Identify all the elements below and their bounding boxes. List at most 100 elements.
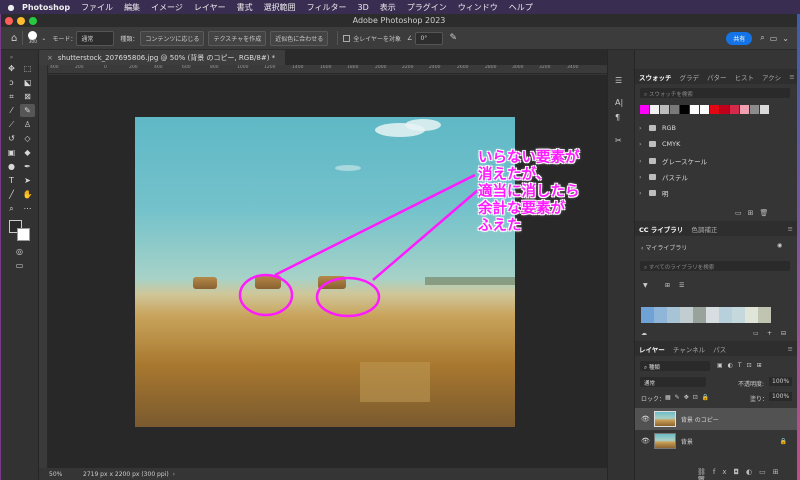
apple-icon[interactable]: ●: [0, 3, 22, 12]
menu-layer[interactable]: レイヤー: [194, 2, 226, 13]
proximity-match-button[interactable]: 近似色に合わせる: [270, 30, 329, 46]
menu-filter[interactable]: フィルター: [307, 2, 347, 13]
workspace-icon[interactable]: ▭: [770, 34, 778, 43]
trash-icon[interactable]: 🗑: [760, 209, 775, 217]
new-folder-icon[interactable]: ▭: [735, 209, 748, 217]
paragraph-icon[interactable]: ¶: [615, 113, 620, 122]
tab-gradients[interactable]: グラデ: [676, 72, 704, 82]
menu-file[interactable]: ファイル: [81, 2, 113, 13]
swatch[interactable]: [730, 105, 739, 114]
share-button[interactable]: 共有: [726, 31, 753, 45]
library-settings-icon[interactable]: ⊟: [781, 330, 786, 337]
chevron-right-icon[interactable]: ›: [173, 471, 175, 478]
brush-tool-icon[interactable]: ⟋: [4, 118, 19, 131]
new-layer-icon[interactable]: ⊞: [773, 468, 786, 476]
tab-layers[interactable]: レイヤー: [635, 344, 669, 354]
tab-patterns[interactable]: パター: [703, 72, 731, 82]
color-theme[interactable]: [641, 307, 771, 323]
angle-input[interactable]: 0°: [415, 31, 444, 45]
menu-select[interactable]: 選択範囲: [264, 2, 296, 13]
sample-all-checkbox[interactable]: [343, 34, 351, 42]
list-view-icon[interactable]: ☰: [679, 282, 684, 289]
quick-mask-icon[interactable]: ◎: [12, 245, 27, 258]
swatch[interactable]: [700, 105, 709, 114]
menu-image[interactable]: イメージ: [151, 2, 183, 13]
adjustment-icon[interactable]: ◐: [746, 468, 759, 476]
swatch[interactable]: [740, 105, 749, 114]
chevron-down-icon[interactable]: ⌄: [41, 35, 46, 42]
swatch-folder[interactable]: › パステル: [639, 172, 688, 182]
swatch-folder[interactable]: › 明: [639, 188, 669, 198]
content-aware-button[interactable]: コンテンツに応じる: [140, 30, 205, 46]
tab-histogram[interactable]: ヒスト: [731, 72, 759, 82]
menu-type[interactable]: 書式: [237, 2, 253, 13]
user-icon[interactable]: ◉: [777, 242, 782, 249]
marquee-tool-icon[interactable]: ⬚: [20, 62, 35, 75]
tab-actions[interactable]: アクシ: [758, 72, 785, 82]
swatch[interactable]: [670, 105, 679, 114]
tab-paths[interactable]: パス: [709, 344, 730, 354]
close-tab-icon[interactable]: ×: [47, 54, 53, 62]
swatch-folder[interactable]: › CMYK: [639, 140, 680, 148]
mask-icon[interactable]: ◘: [734, 468, 747, 476]
layer-filter-select[interactable]: ⌕ 種類: [640, 361, 710, 371]
frame-tool-icon[interactable]: ⊠: [20, 90, 35, 103]
layer-filter-icons[interactable]: ▣◐T⊡⊞: [717, 362, 767, 369]
filter-icon[interactable]: ▼: [643, 282, 648, 289]
panel-menu-icon[interactable]: ≡: [785, 73, 797, 81]
chevron-down-icon[interactable]: ⌄: [782, 34, 789, 43]
library-search-input[interactable]: ⌕ すべてのライブラリを検索: [640, 261, 790, 271]
zoom-tool-icon[interactable]: ⌕: [4, 202, 19, 215]
panel-menu-icon[interactable]: ≡: [784, 225, 797, 233]
cloud-icon[interactable]: ☁: [641, 330, 647, 337]
home-icon[interactable]: ⌂: [11, 33, 17, 44]
gradient-tool-icon[interactable]: ▣: [4, 146, 19, 159]
swatch[interactable]: [710, 105, 719, 114]
menu-edit[interactable]: 編集: [124, 2, 140, 13]
tab-cc-libraries[interactable]: CC ライブラリ: [635, 224, 687, 234]
fx-icon[interactable]: fx: [713, 468, 734, 476]
swatch[interactable]: [640, 105, 649, 114]
create-texture-button[interactable]: テクスチャを作成: [208, 30, 267, 46]
tab-channels[interactable]: チャンネル: [669, 344, 709, 354]
trash-icon[interactable]: 🗑: [697, 476, 713, 480]
dodge-tool-icon[interactable]: ●: [4, 160, 19, 173]
swatch-folder[interactable]: › グレースケール: [639, 156, 707, 166]
clone-stamp-tool-icon[interactable]: ♙: [20, 118, 35, 131]
pressure-icon[interactable]: ✎: [449, 33, 457, 43]
hand-tool-icon[interactable]: ✋: [20, 188, 35, 201]
layer-name[interactable]: 背景 のコピー: [681, 415, 719, 424]
eye-icon[interactable]: 👁: [641, 437, 650, 445]
move-tool-icon[interactable]: ✥: [4, 62, 19, 75]
spot-healing-brush-tool-icon[interactable]: ✎: [20, 104, 35, 117]
eyedropper-tool-icon[interactable]: ⁄: [4, 104, 19, 117]
menu-app-name[interactable]: Photoshop: [22, 3, 70, 12]
link-icon[interactable]: ⛓: [697, 468, 713, 476]
layer-name[interactable]: 背景: [681, 437, 693, 446]
tab-adjustments[interactable]: 色調補正: [687, 224, 721, 234]
swatch-search-input[interactable]: ⌕ スウォッチを検索: [640, 88, 790, 98]
opacity-input[interactable]: 100%: [769, 377, 793, 386]
search-icon[interactable]: ⌕: [760, 33, 764, 43]
properties-icon[interactable]: ☰: [615, 76, 622, 85]
menu-window[interactable]: ウィンドウ: [458, 2, 498, 13]
canvas-area[interactable]: いらない要素が 消えたが、 適当に消したら 余計な要素が ふえた: [48, 75, 607, 468]
menu-3d[interactable]: 3D: [358, 3, 369, 12]
lock-icons[interactable]: ▦✎✥⊡🔒: [665, 394, 713, 401]
eye-icon[interactable]: 👁: [641, 415, 650, 423]
background-color-swatch[interactable]: [17, 228, 30, 241]
document-tab[interactable]: × shutterstock_207695806.jpg @ 50% (背景 の…: [39, 50, 286, 65]
character-icon[interactable]: A|: [615, 98, 623, 107]
new-folder-icon[interactable]: ▭: [753, 330, 759, 337]
eraser-tool-icon[interactable]: ◇: [20, 132, 35, 145]
brush-preset-picker[interactable]: 300: [28, 31, 38, 45]
menu-view[interactable]: 表示: [380, 2, 396, 13]
type-tool-icon[interactable]: T: [4, 174, 19, 187]
path-select-tool-icon[interactable]: ➤: [20, 174, 35, 187]
new-swatch-icon[interactable]: ⊞: [748, 209, 760, 217]
screen-mode-icon[interactable]: ▭: [12, 259, 27, 272]
layer-row[interactable]: 👁 背景 🔒: [635, 430, 797, 452]
swatch[interactable]: [680, 105, 689, 114]
menu-help[interactable]: ヘルプ: [509, 2, 533, 13]
more-tools-icon[interactable]: ⋯: [20, 202, 35, 215]
